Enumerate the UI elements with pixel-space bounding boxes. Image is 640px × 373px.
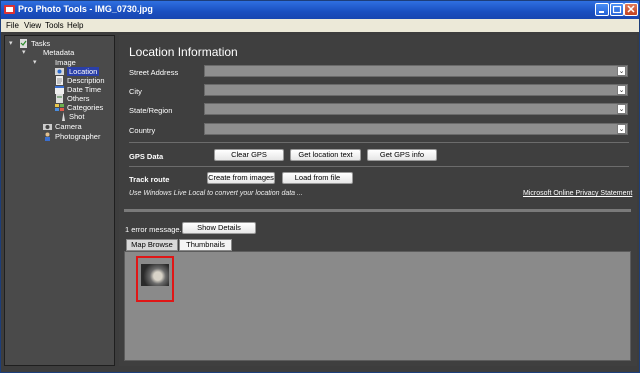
tree-item-date-time[interactable]: Date Time [67, 85, 101, 94]
maximize-button[interactable] [610, 3, 624, 16]
street-address-combo[interactable]: ⌄ [204, 65, 628, 77]
city-combo[interactable]: ⌄ [204, 84, 628, 96]
menu-view[interactable]: View [24, 21, 41, 30]
window-title: Pro Photo Tools - IMG_0730.jpg [18, 4, 153, 14]
description-icon [56, 76, 63, 85]
collapse-tasks-icon[interactable]: ▾ [9, 39, 13, 47]
title-bar: Pro Photo Tools - IMG_0730.jpg [1, 1, 639, 19]
divider [129, 166, 629, 167]
error-message-text: 1 error message. [125, 225, 182, 234]
collapse-image-icon[interactable]: ▾ [33, 58, 37, 66]
state-region-combo[interactable]: ⌄ [204, 103, 628, 115]
tree-item-image[interactable]: Image [55, 58, 76, 67]
minimize-icon [599, 11, 604, 13]
chevron-down-icon[interactable]: ⌄ [617, 85, 626, 95]
minimize-button[interactable] [595, 3, 609, 16]
photo-thumbnail[interactable] [136, 256, 174, 302]
close-icon [627, 5, 635, 13]
street-address-label: Street Address [129, 68, 179, 77]
others-icon [56, 94, 63, 103]
privacy-statement-link[interactable]: Microsoft Online Privacy Statement [523, 190, 632, 197]
app-window: Pro Photo Tools - IMG_0730.jpg File View… [0, 0, 640, 373]
thumbnail-image [141, 264, 169, 286]
camera-icon [43, 124, 52, 130]
menu-help[interactable]: Help [67, 21, 83, 30]
track-route-label: Track route [129, 175, 170, 184]
tasks-icon [20, 39, 27, 48]
menu-file[interactable]: File [6, 21, 19, 30]
location-icon [55, 68, 64, 75]
close-button[interactable] [624, 3, 638, 16]
divider [129, 142, 629, 143]
tree-item-camera[interactable]: Camera [55, 122, 82, 131]
state-region-label: State/Region [129, 106, 173, 115]
chevron-down-icon[interactable]: ⌄ [617, 104, 626, 114]
clear-gps-button[interactable]: Clear GPS [214, 149, 284, 161]
app-icon [4, 5, 15, 14]
task-tree: ▾ Tasks ▾ Metadata ▾ Image Location Desc… [4, 35, 115, 366]
windows-live-hint: Use Windows Live Local to convert your l… [129, 190, 303, 197]
menu-tools[interactable]: Tools [45, 21, 64, 30]
get-gps-info-button[interactable]: Get GPS info [367, 149, 437, 161]
country-label: Country [129, 126, 156, 135]
tree-item-metadata[interactable]: Metadata [43, 48, 74, 57]
chevron-down-icon[interactable]: ⌄ [617, 66, 626, 76]
create-from-images-button[interactable]: Create from images [207, 172, 275, 184]
chevron-down-icon[interactable]: ⌄ [617, 124, 626, 134]
tree-item-tasks[interactable]: Tasks [31, 39, 50, 48]
categories-icon [55, 104, 64, 111]
photographer-icon [45, 132, 50, 141]
tree-item-categories[interactable]: Categories [67, 103, 103, 112]
menu-bar: File View Tools Help [1, 19, 639, 32]
city-label: City [129, 87, 142, 96]
tree-item-location[interactable]: Location [67, 67, 100, 76]
tab-map-browse[interactable]: Map Browse [126, 239, 178, 251]
tree-item-description[interactable]: Description [67, 76, 105, 85]
gps-data-label: GPS Data [129, 152, 164, 161]
tab-thumbnails[interactable]: Thumbnails [179, 239, 232, 251]
load-from-file-button[interactable]: Load from file [282, 172, 353, 184]
tree-item-photographer[interactable]: Photographer [55, 132, 100, 141]
main-panel: Location Information Street Address ⌄ Ci… [119, 35, 637, 366]
show-details-button[interactable]: Show Details [182, 222, 256, 234]
maximize-icon [612, 5, 622, 14]
page-title: Location Information [129, 45, 238, 59]
shot-icon [62, 112, 65, 121]
splitter[interactable] [124, 209, 631, 212]
collapse-metadata-icon[interactable]: ▾ [22, 48, 26, 56]
tree-item-shot[interactable]: Shot [69, 112, 84, 121]
tree-item-others[interactable]: Others [67, 94, 90, 103]
date-time-icon [55, 86, 64, 94]
thumbnails-panel [124, 251, 631, 361]
get-location-text-button[interactable]: Get location text [290, 149, 361, 161]
country-combo[interactable]: ⌄ [204, 123, 628, 135]
